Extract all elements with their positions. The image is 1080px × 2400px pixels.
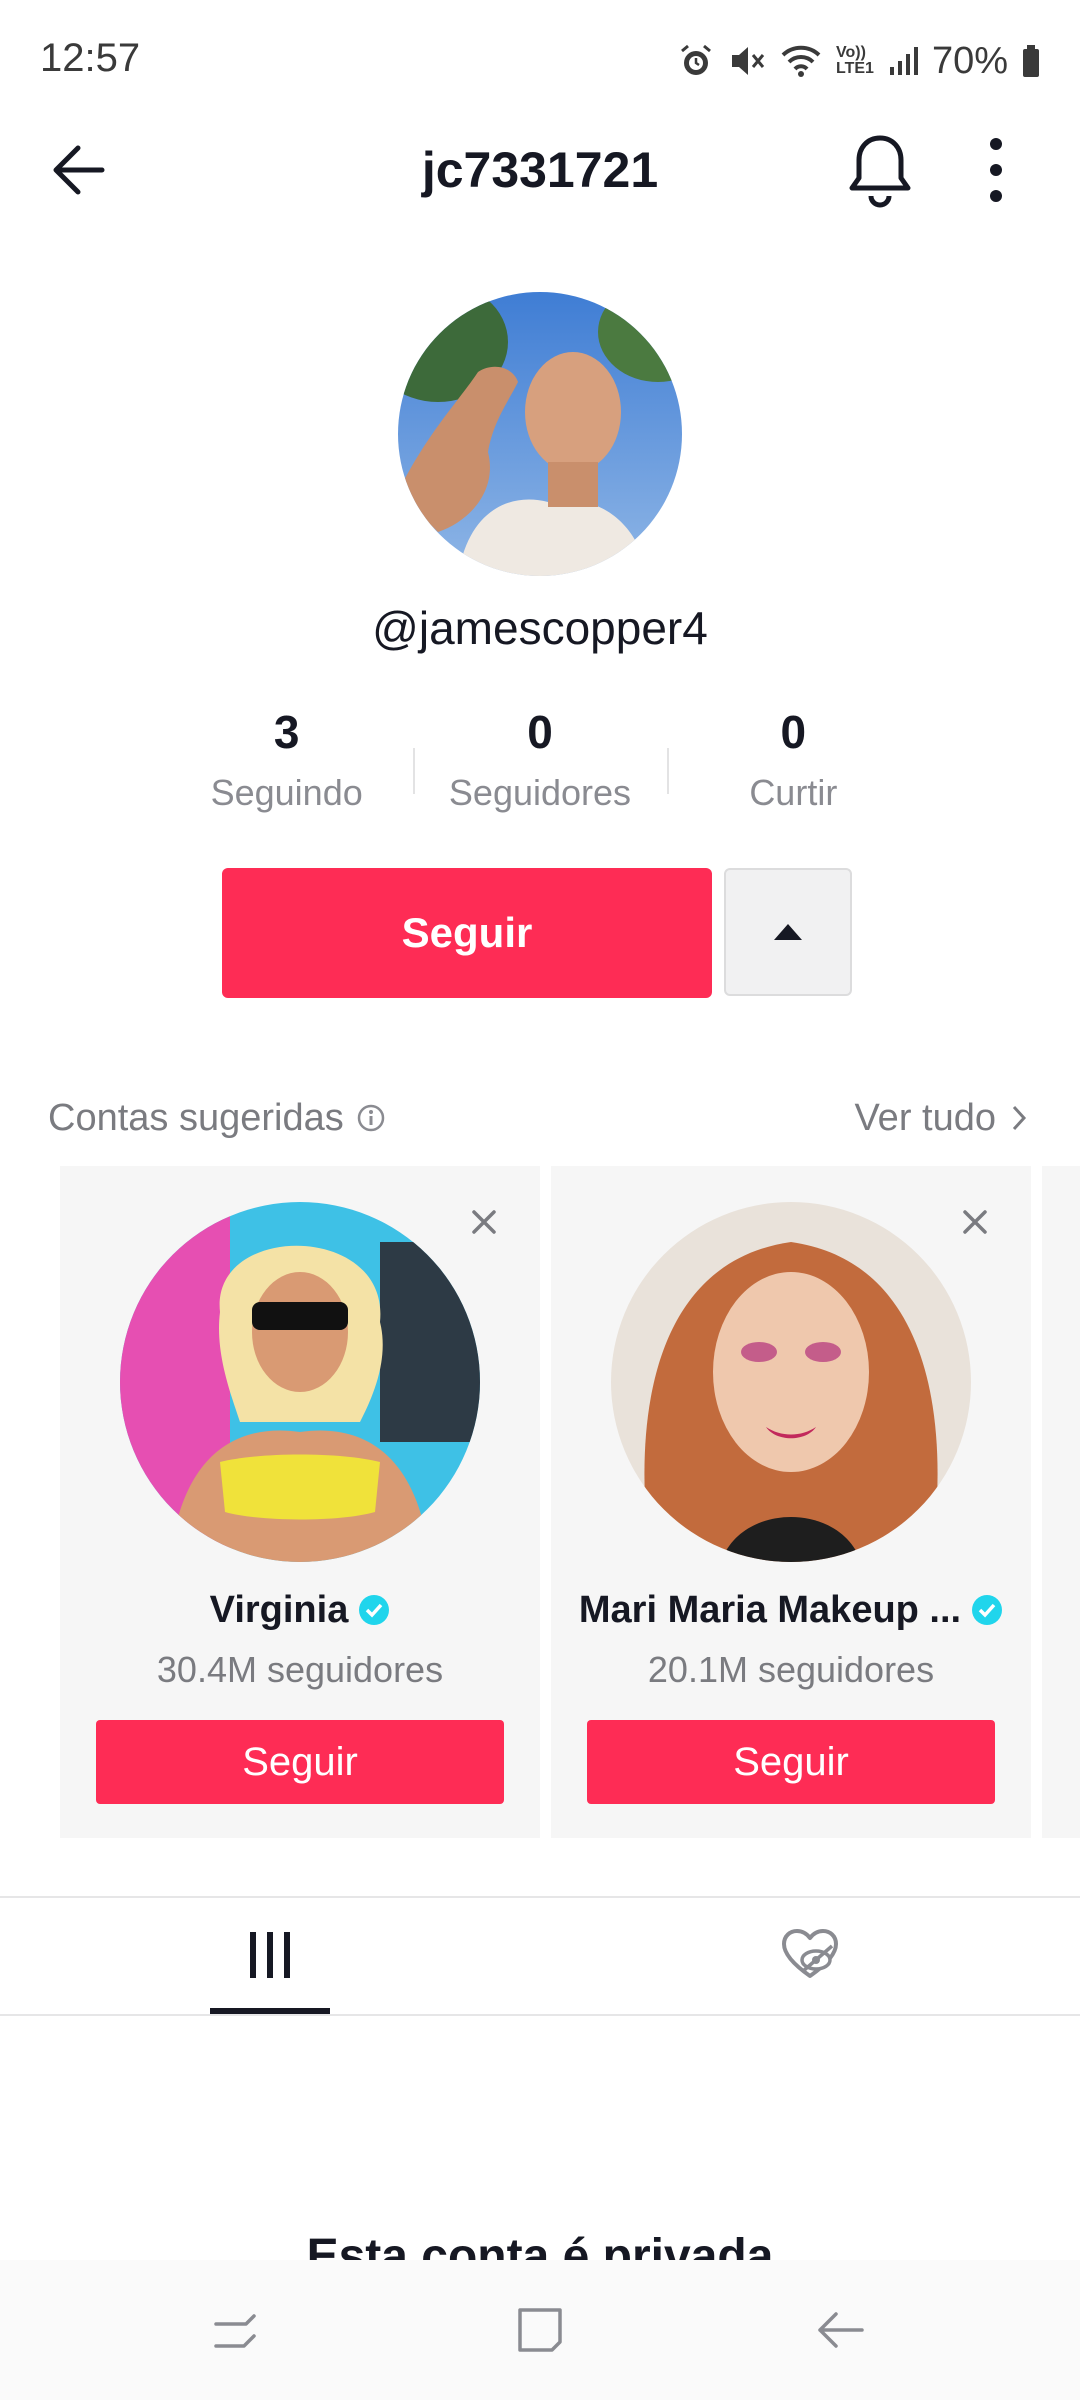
stat-label: Seguidores: [448, 772, 632, 813]
home-button[interactable]: [500, 2290, 580, 2370]
stat-value: 0: [527, 706, 553, 758]
profile-stats: 3 Seguindo 0 Seguidores 0 Curtir: [160, 700, 920, 830]
stat-label: Curtir: [749, 772, 838, 813]
more-options-button[interactable]: [960, 128, 1032, 212]
close-icon: [963, 1210, 987, 1234]
avatar-image: [611, 1202, 971, 1562]
dismiss-suggestion-button[interactable]: [955, 1202, 995, 1242]
battery-percent: 70%: [931, 39, 1008, 82]
divider: [0, 1896, 1080, 1898]
avatar-image: [120, 1202, 480, 1562]
suggested-account-card[interactable]: Mari Maria Makeup ... 20.1M seguidores S…: [551, 1166, 1031, 1838]
private-account-message: Esta conta é privada: [306, 2230, 774, 2260]
suggested-follow-button[interactable]: Seguir: [96, 1720, 504, 1804]
grid-icon: [250, 1932, 290, 1978]
mute-icon: [728, 43, 766, 79]
suggested-followers: 20.1M seguidores: [647, 1649, 935, 1690]
see-all-label: Ver tudo: [854, 1097, 996, 1139]
suggested-account-card-partial[interactable]: [1042, 1166, 1080, 1838]
status-time: 12:57: [40, 36, 141, 80]
dismiss-suggestion-button[interactable]: [464, 1202, 504, 1242]
suggested-name-text: Mari Maria Makeup ...: [578, 1589, 962, 1631]
suggested-title-label: Contas sugeridas: [48, 1097, 344, 1139]
suggested-name-text: Virginia: [209, 1589, 349, 1631]
suggested-avatar[interactable]: [611, 1202, 971, 1562]
suggested-toggle-button[interactable]: [724, 868, 852, 996]
battery-icon: [1022, 43, 1040, 79]
stat-label: Seguindo: [210, 772, 363, 813]
profile-handle: @jamescopper4: [372, 602, 708, 654]
verified-icon: [972, 1595, 1003, 1625]
close-icon: [472, 1210, 496, 1234]
back-arrow-icon: [818, 2312, 864, 2348]
home-icon: [518, 2308, 562, 2352]
avatar-image: [398, 292, 682, 576]
info-icon[interactable]: [356, 1103, 386, 1133]
recent-apps-button[interactable]: [196, 2290, 276, 2370]
stat-following[interactable]: 3 Seguindo: [160, 700, 413, 830]
liked-hidden-icon: [782, 1929, 838, 1978]
wifi-icon: [780, 43, 822, 79]
follow-button[interactable]: Seguir: [222, 868, 712, 998]
stat-likes[interactable]: 0 Curtir: [666, 700, 920, 830]
system-back-button[interactable]: [800, 2290, 880, 2370]
divider: [0, 2014, 1080, 2016]
suggested-name: Mari Maria Makeup ...: [551, 1580, 1031, 1640]
signal-icon: [888, 43, 918, 79]
chevron-right-icon: [1012, 1105, 1027, 1131]
suggested-accounts-title: Contas sugeridas: [48, 1092, 386, 1144]
status-icons: Vo)) LTE1 70%: [678, 36, 1040, 86]
volte-icon: Vo)) LTE1: [836, 44, 874, 77]
profile-avatar[interactable]: [398, 292, 682, 576]
verified-icon: [359, 1595, 390, 1625]
notification-bell-button[interactable]: [840, 128, 920, 212]
alarm-icon: [678, 43, 714, 79]
caret-up-icon: [774, 924, 802, 940]
stat-followers[interactable]: 0 Seguidores: [413, 700, 666, 830]
see-all-link[interactable]: Ver tudo: [854, 1092, 1028, 1144]
suggested-follow-button[interactable]: Seguir: [587, 1720, 995, 1804]
suggested-account-card[interactable]: Virginia 30.4M seguidores Seguir: [60, 1166, 540, 1838]
tab-liked[interactable]: [750, 1900, 870, 2010]
bell-icon: [849, 135, 911, 208]
stat-value: 0: [780, 706, 807, 758]
suggested-name: Virginia: [60, 1580, 540, 1640]
recent-apps-icon: [214, 2314, 256, 2348]
suggested-avatar[interactable]: [120, 1202, 480, 1562]
suggested-followers: 30.4M seguidores: [156, 1649, 444, 1690]
tab-videos[interactable]: [210, 1900, 330, 2010]
stat-value: 3: [273, 706, 300, 758]
more-vertical-icon: [990, 138, 1002, 202]
